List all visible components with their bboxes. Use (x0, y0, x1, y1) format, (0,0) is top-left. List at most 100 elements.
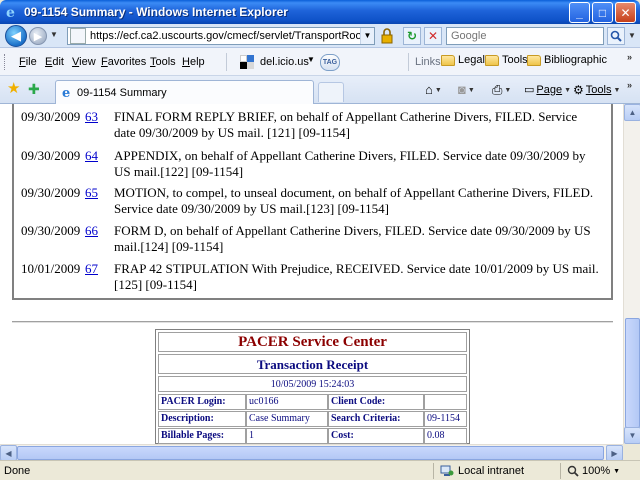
page-content: 09/30/2009 63 FINAL FORM REPLY BRIEF, on… (0, 104, 623, 444)
docket-text: MOTION, to compel, to unseal document, o… (114, 185, 594, 216)
menu-tools[interactable]: Tools (150, 56, 176, 68)
menu-favorites[interactable]: Favorites (101, 56, 146, 68)
tools-menu-button[interactable]: ⚙ Tools ▼ (573, 84, 620, 96)
svg-text:e: e (6, 5, 15, 19)
docket-number-link[interactable]: 64 (85, 148, 115, 164)
link-folder-bibliographic[interactable]: Bibliographic (527, 54, 607, 66)
chevron-right-icon: ▶ (611, 448, 618, 458)
docket-table: 09/30/2009 63 FINAL FORM REPLY BRIEF, on… (12, 104, 613, 300)
add-favorites-icon[interactable]: ✚ (28, 82, 40, 96)
svg-text:e: e (62, 86, 70, 99)
docket-date: 09/30/2009 (21, 185, 81, 200)
docket-number-link[interactable]: 65 (85, 185, 115, 201)
login-value: uc0166 (246, 394, 328, 410)
menu-separator (226, 53, 227, 71)
page-dropdown-icon: ▼ (564, 86, 572, 94)
scroll-left-button[interactable]: ◀ (0, 445, 17, 461)
menu-help[interactable]: Help (182, 56, 205, 68)
refresh-button[interactable]: ↻ (403, 27, 421, 45)
home-icon: ⌂ (425, 82, 433, 97)
pacer-receipt: PACER Service Center Transaction Receipt… (155, 329, 470, 444)
favorites-star-icon[interactable]: ★ (7, 81, 20, 96)
close-button[interactable]: ✕ (615, 2, 636, 23)
receipt-subtitle: Transaction Receipt (158, 354, 467, 374)
tools-dropdown-icon: ▼ (613, 86, 621, 94)
scrollbar-corner (623, 444, 640, 460)
toolbar-grip[interactable] (4, 54, 7, 70)
security-lock-button[interactable] (378, 27, 396, 45)
feeds-dropdown-icon[interactable]: ▼ (468, 87, 475, 94)
print-dropdown-icon[interactable]: ▼ (504, 87, 511, 94)
search-button[interactable] (607, 27, 625, 45)
intranet-icon (440, 465, 454, 476)
tab-label: 09-1154 Summary (77, 86, 167, 99)
delicious-dropdown-icon[interactable]: ▼ (307, 55, 315, 64)
menu-bar: File Edit View Favorites Tools Help del.… (0, 48, 640, 76)
link-folder-legal[interactable]: Legal (441, 54, 485, 66)
docket-number-link[interactable]: 66 (85, 223, 115, 239)
horizontal-scrollbar[interactable]: ◀ ▶ (0, 444, 623, 461)
url-field[interactable]: https://ecf.ca2.uscourts.gov/cmecf/servl… (67, 27, 375, 45)
folder-icon (527, 54, 541, 66)
print-button[interactable]: ⎙ ▼ (492, 83, 511, 96)
link-folder-tools[interactable]: Tools (485, 54, 528, 66)
menu-view[interactable]: View (72, 56, 96, 68)
scroll-right-button[interactable]: ▶ (606, 445, 623, 461)
docket-text: FORM D, on behalf of Appellant Catherine… (114, 223, 591, 254)
url-text[interactable]: https://ecf.ca2.uscourts.gov/cmecf/servl… (90, 30, 360, 42)
search-box[interactable] (446, 27, 604, 45)
stop-button[interactable]: ✕ (424, 27, 442, 45)
docket-number-link[interactable]: 67 (85, 261, 115, 277)
scroll-up-button[interactable]: ▲ (624, 104, 640, 121)
folder-icon (485, 54, 499, 66)
title-bar[interactable]: e 09-1154 Summary - Windows Internet Exp… (0, 0, 640, 24)
docket-date: 09/30/2009 (21, 223, 81, 238)
menu-edit[interactable]: Edit (45, 56, 64, 68)
ie-icon: e (60, 86, 74, 100)
zoom-level: 100% (582, 465, 611, 477)
history-dropdown-icon[interactable]: ▼ (50, 30, 58, 39)
page-menu-button[interactable]: ▭ Page ▼ (524, 84, 571, 96)
delicious-button[interactable]: del.icio.us (260, 56, 309, 68)
url-dropdown-icon[interactable]: ▼ (360, 28, 374, 44)
refresh-icon: ↻ (406, 29, 418, 43)
status-bar: Done Local intranet 100% ▼ (0, 460, 640, 480)
new-tab-button[interactable] (318, 82, 344, 102)
home-dropdown-icon[interactable]: ▼ (435, 87, 442, 94)
security-zone[interactable]: Local intranet (433, 463, 553, 479)
minimize-button[interactable]: _ (569, 2, 590, 23)
search-input[interactable] (447, 28, 603, 44)
docket-number-link[interactable]: 63 (85, 109, 115, 125)
links-overflow-icon[interactable]: » (627, 52, 632, 62)
zoom-dropdown-icon[interactable]: ▼ (613, 468, 620, 475)
feeds-button[interactable]: ◙ ▼ (458, 82, 475, 97)
tag-button[interactable]: TAG (320, 54, 340, 71)
chevron-left-icon: ◀ (5, 448, 12, 458)
billable-pages-label: Billable Pages: (158, 428, 246, 444)
docket-date: 10/01/2009 (21, 261, 81, 276)
rss-icon: ◙ (458, 82, 466, 97)
menu-file[interactable]: File (19, 56, 37, 68)
docket-text: FRAP 42 STIPULATION With Prejudice, RECE… (114, 261, 599, 292)
search-criteria-label: Search Criteria: (328, 411, 424, 427)
vertical-scroll-thumb[interactable] (625, 318, 640, 428)
search-dropdown-icon[interactable]: ▼ (628, 31, 636, 40)
gear-icon: ⚙ (573, 83, 584, 97)
client-code-value (424, 394, 467, 410)
home-button[interactable]: ⌂ ▼ (425, 82, 442, 97)
docket-text: APPENDIX, on behalf of Appellant Catheri… (114, 148, 586, 179)
maximize-button[interactable]: □ (592, 2, 613, 23)
horizontal-scroll-thumb[interactable] (17, 446, 604, 460)
cost-value: 0.08 (424, 428, 467, 444)
back-button[interactable]: ◀ (5, 25, 27, 47)
folder-icon (441, 54, 455, 66)
login-label: PACER Login: (158, 394, 246, 410)
commands-overflow-icon[interactable]: » (627, 80, 632, 90)
zoom-control[interactable]: 100% ▼ (560, 463, 620, 479)
vertical-scrollbar[interactable]: ▲ ▼ (623, 104, 640, 444)
receipt-title: PACER Service Center (158, 332, 467, 352)
scroll-down-button[interactable]: ▼ (624, 427, 640, 444)
close-icon: ✕ (620, 5, 631, 20)
forward-button[interactable]: ▶ (29, 27, 47, 45)
tab-active[interactable]: e 09-1154 Summary (55, 80, 314, 104)
